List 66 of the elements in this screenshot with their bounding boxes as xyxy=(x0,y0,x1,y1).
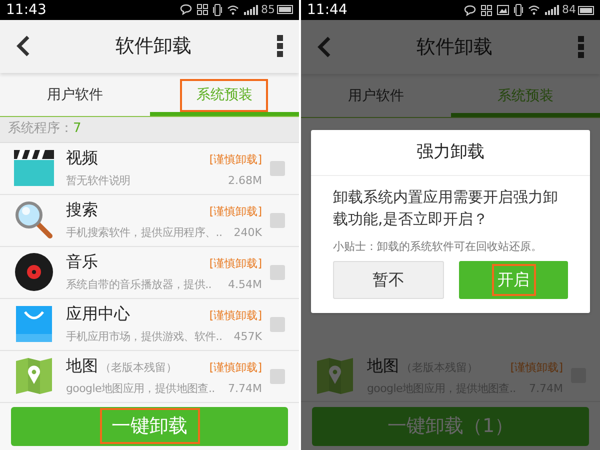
chat-bubble-icon xyxy=(464,4,476,16)
dialog-title: 强力卸载 xyxy=(311,130,590,176)
checkbox[interactable] xyxy=(270,160,285,176)
app-size: 7.74M xyxy=(228,381,262,398)
map-pin-icon xyxy=(16,358,52,394)
vibrate-icon xyxy=(514,4,523,16)
app-name: 应用中心 xyxy=(66,303,130,326)
clapperboard-icon xyxy=(14,150,54,186)
signal-icon xyxy=(244,4,258,15)
battery-percent: 85 xyxy=(261,2,275,18)
more-menu-icon[interactable] xyxy=(277,35,283,58)
app-name: 视频 xyxy=(66,147,98,170)
wifi-icon xyxy=(227,4,239,15)
count-value: 7 xyxy=(73,120,82,138)
count-label: 系统程序： xyxy=(8,120,73,138)
app-size: 457K xyxy=(234,329,262,346)
app-name: 地图 xyxy=(66,355,98,378)
vibrate-icon xyxy=(213,4,222,16)
checkbox[interactable] xyxy=(270,264,285,280)
app-size: 2.68M xyxy=(228,173,262,190)
app-description: 系统自带的音乐播放器，提供.. xyxy=(66,277,212,294)
caution-tag: [谨慎卸载] xyxy=(510,360,563,376)
app-description: 手机应用市场，提供游戏、软件.. xyxy=(66,329,222,346)
app-size: 240K xyxy=(234,225,262,242)
clock-time: 11:43 xyxy=(6,2,46,17)
caution-tag: [谨慎卸载] xyxy=(209,308,262,325)
tab[interactable]: 用户软件 xyxy=(0,75,150,116)
clock-time: 11:44 xyxy=(307,3,348,17)
app-name: 搜索 xyxy=(66,199,98,222)
caution-tag: [谨慎卸载] xyxy=(209,204,262,221)
app-row[interactable]: 搜索 [谨慎卸载] 手机搜索软件，提供应用程序、.. 240K xyxy=(0,194,299,246)
battery-icon xyxy=(578,6,594,14)
app-size: 4.54M xyxy=(228,277,262,294)
page-title: 软件卸载 xyxy=(416,34,494,60)
caution-tag: [谨慎卸载] xyxy=(209,360,262,377)
dialog-message: 卸载系统内置应用需要开启强力卸载功能,是否立即开启？ xyxy=(332,187,559,230)
checkbox[interactable] xyxy=(270,316,285,332)
checkbox[interactable] xyxy=(270,368,285,384)
caution-tag: [谨慎卸载] xyxy=(209,256,262,273)
caution-tag: [谨慎卸载] xyxy=(209,152,262,169)
app-name: 地图 xyxy=(367,354,399,377)
grid-icon xyxy=(197,4,208,16)
app-row[interactable]: 应用中心 [谨慎卸载] 手机应用市场，提供游戏、软件.. 457K xyxy=(0,298,299,350)
app-name: 音乐 xyxy=(66,251,98,274)
chat-bubble-icon xyxy=(180,4,192,16)
battery-percent: 84 xyxy=(562,2,576,18)
battery-icon xyxy=(277,5,293,14)
app-note: （老版本残留） xyxy=(100,360,177,376)
vinyl-record-icon xyxy=(15,253,53,291)
image-icon xyxy=(497,5,509,15)
grid-icon xyxy=(481,4,492,16)
dialog-tip: 小贴士：卸载的系统软件可在回收站还原。 xyxy=(332,239,543,255)
wifi-icon xyxy=(528,5,540,15)
signal-icon xyxy=(545,5,559,15)
map-pin-icon xyxy=(317,358,353,394)
app-row[interactable]: 音乐 [谨慎卸载] 系统自带的音乐播放器，提供.. 4.54M xyxy=(0,246,299,298)
app-description: 手机搜索软件，提供应用程序、.. xyxy=(66,225,222,242)
page-title: 软件卸载 xyxy=(114,34,192,60)
dialog-button[interactable]: 暂不 xyxy=(333,261,444,299)
checkbox[interactable] xyxy=(270,212,285,228)
magnifier-icon xyxy=(15,201,53,239)
shopping-bag-icon xyxy=(16,306,52,342)
app-row[interactable]: 地图（老版本残留） [谨慎卸载] google地图应用，提供地图查.. 7.74M xyxy=(0,350,299,402)
app-description: google地图应用，提供地图查.. xyxy=(66,381,215,398)
app-row[interactable]: 视频 [谨慎卸载] 暂无软件说明 2.68M xyxy=(0,142,299,194)
app-description: 暂无软件说明 xyxy=(66,173,130,190)
